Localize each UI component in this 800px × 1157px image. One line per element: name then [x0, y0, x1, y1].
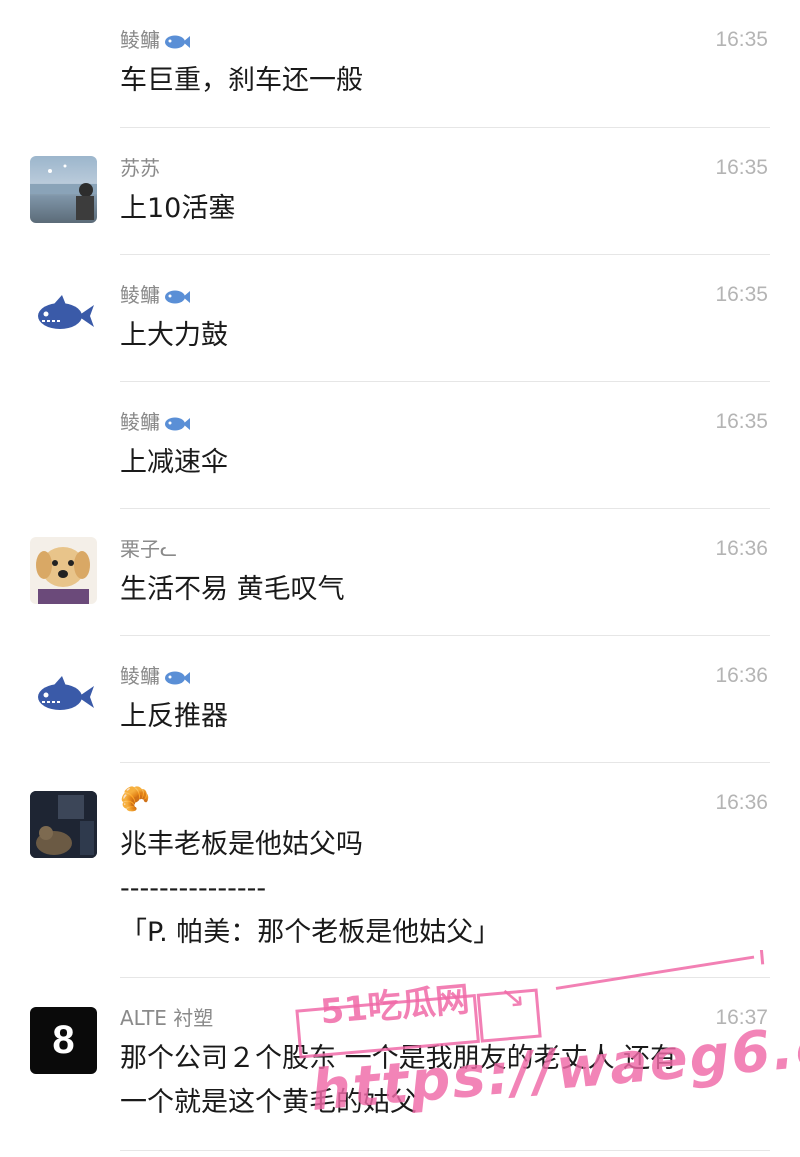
message-item[interactable]: 鲮鳙 16:35 上减速伞: [0, 382, 800, 509]
sender-name: ALTE 衬塑: [120, 1006, 214, 1030]
sender-name: 苏苏: [120, 156, 160, 180]
message-text[interactable]: 上10活塞: [120, 189, 760, 229]
sender-name: 🥐: [120, 785, 150, 813]
message-item[interactable]: 栗子ᓚ 16:36 生活不易 黄毛叹气: [0, 509, 800, 636]
message-item[interactable]: 🥐 16:36 兆丰老板是他姑父吗 --------------- 「P. 帕美…: [0, 763, 800, 978]
sender-name: 栗子ᓚ: [120, 537, 178, 561]
avatar[interactable]: [30, 791, 97, 858]
message-time: 16:35: [715, 283, 768, 306]
message-time: 16:36: [715, 664, 768, 687]
message-time: 16:36: [715, 537, 768, 560]
message-time: 16:36: [715, 791, 768, 814]
avatar[interactable]: [30, 664, 97, 731]
message-text[interactable]: 生活不易 黄毛叹气: [120, 570, 760, 610]
sender-name: 鲮鳙: [120, 410, 190, 438]
message-item[interactable]: 8 ALTE 衬塑 16:37 那个公司２个股东 一个是我朋友的老丈人 还有 一…: [0, 978, 800, 1157]
message-text[interactable]: 上反推器: [120, 697, 760, 737]
divider: [120, 1150, 770, 1151]
message-time: 16:37: [715, 1006, 768, 1029]
sender-name: 鲮鳙: [120, 28, 190, 56]
fish-icon: [164, 668, 190, 692]
avatar[interactable]: [30, 156, 97, 223]
avatar[interactable]: 8: [30, 1007, 97, 1074]
message-text-line-2[interactable]: 一个就是这个黄毛的姑父: [120, 1083, 760, 1123]
message-text[interactable]: 兆丰老板是他姑父吗: [120, 825, 760, 865]
message-item[interactable]: 苏苏 16:35 上10活塞: [0, 128, 800, 255]
message-time: 16:35: [715, 156, 768, 179]
message-item[interactable]: 鲮鳙 16:35 上大力鼓: [0, 255, 800, 382]
message-item[interactable]: 鲮鳙 16:36 上反推器: [0, 636, 800, 763]
sender-name: 鲮鳙: [120, 283, 190, 311]
message-text[interactable]: 上减速伞: [120, 443, 760, 483]
quoted-message[interactable]: 「P. 帕美：那个老板是他姑父」: [120, 913, 760, 953]
fish-icon: [164, 414, 190, 438]
sender-name: 鲮鳙: [120, 664, 190, 692]
fish-icon: [164, 32, 190, 56]
avatar-number: 8: [52, 1018, 75, 1062]
avatar[interactable]: [30, 537, 97, 604]
quote-divider: ---------------: [120, 873, 267, 904]
message-text[interactable]: 上大力鼓: [120, 316, 760, 356]
message-time: 16:35: [715, 28, 768, 51]
message-item[interactable]: 鲮鳙 16:35 车巨重，刹车还一般: [0, 0, 800, 128]
avatar[interactable]: [30, 283, 97, 350]
fish-icon: [164, 287, 190, 311]
message-time: 16:35: [715, 410, 768, 433]
message-text-line-1[interactable]: 那个公司２个股东 一个是我朋友的老丈人 还有: [120, 1039, 760, 1079]
message-text[interactable]: 车巨重，刹车还一般: [120, 61, 760, 101]
